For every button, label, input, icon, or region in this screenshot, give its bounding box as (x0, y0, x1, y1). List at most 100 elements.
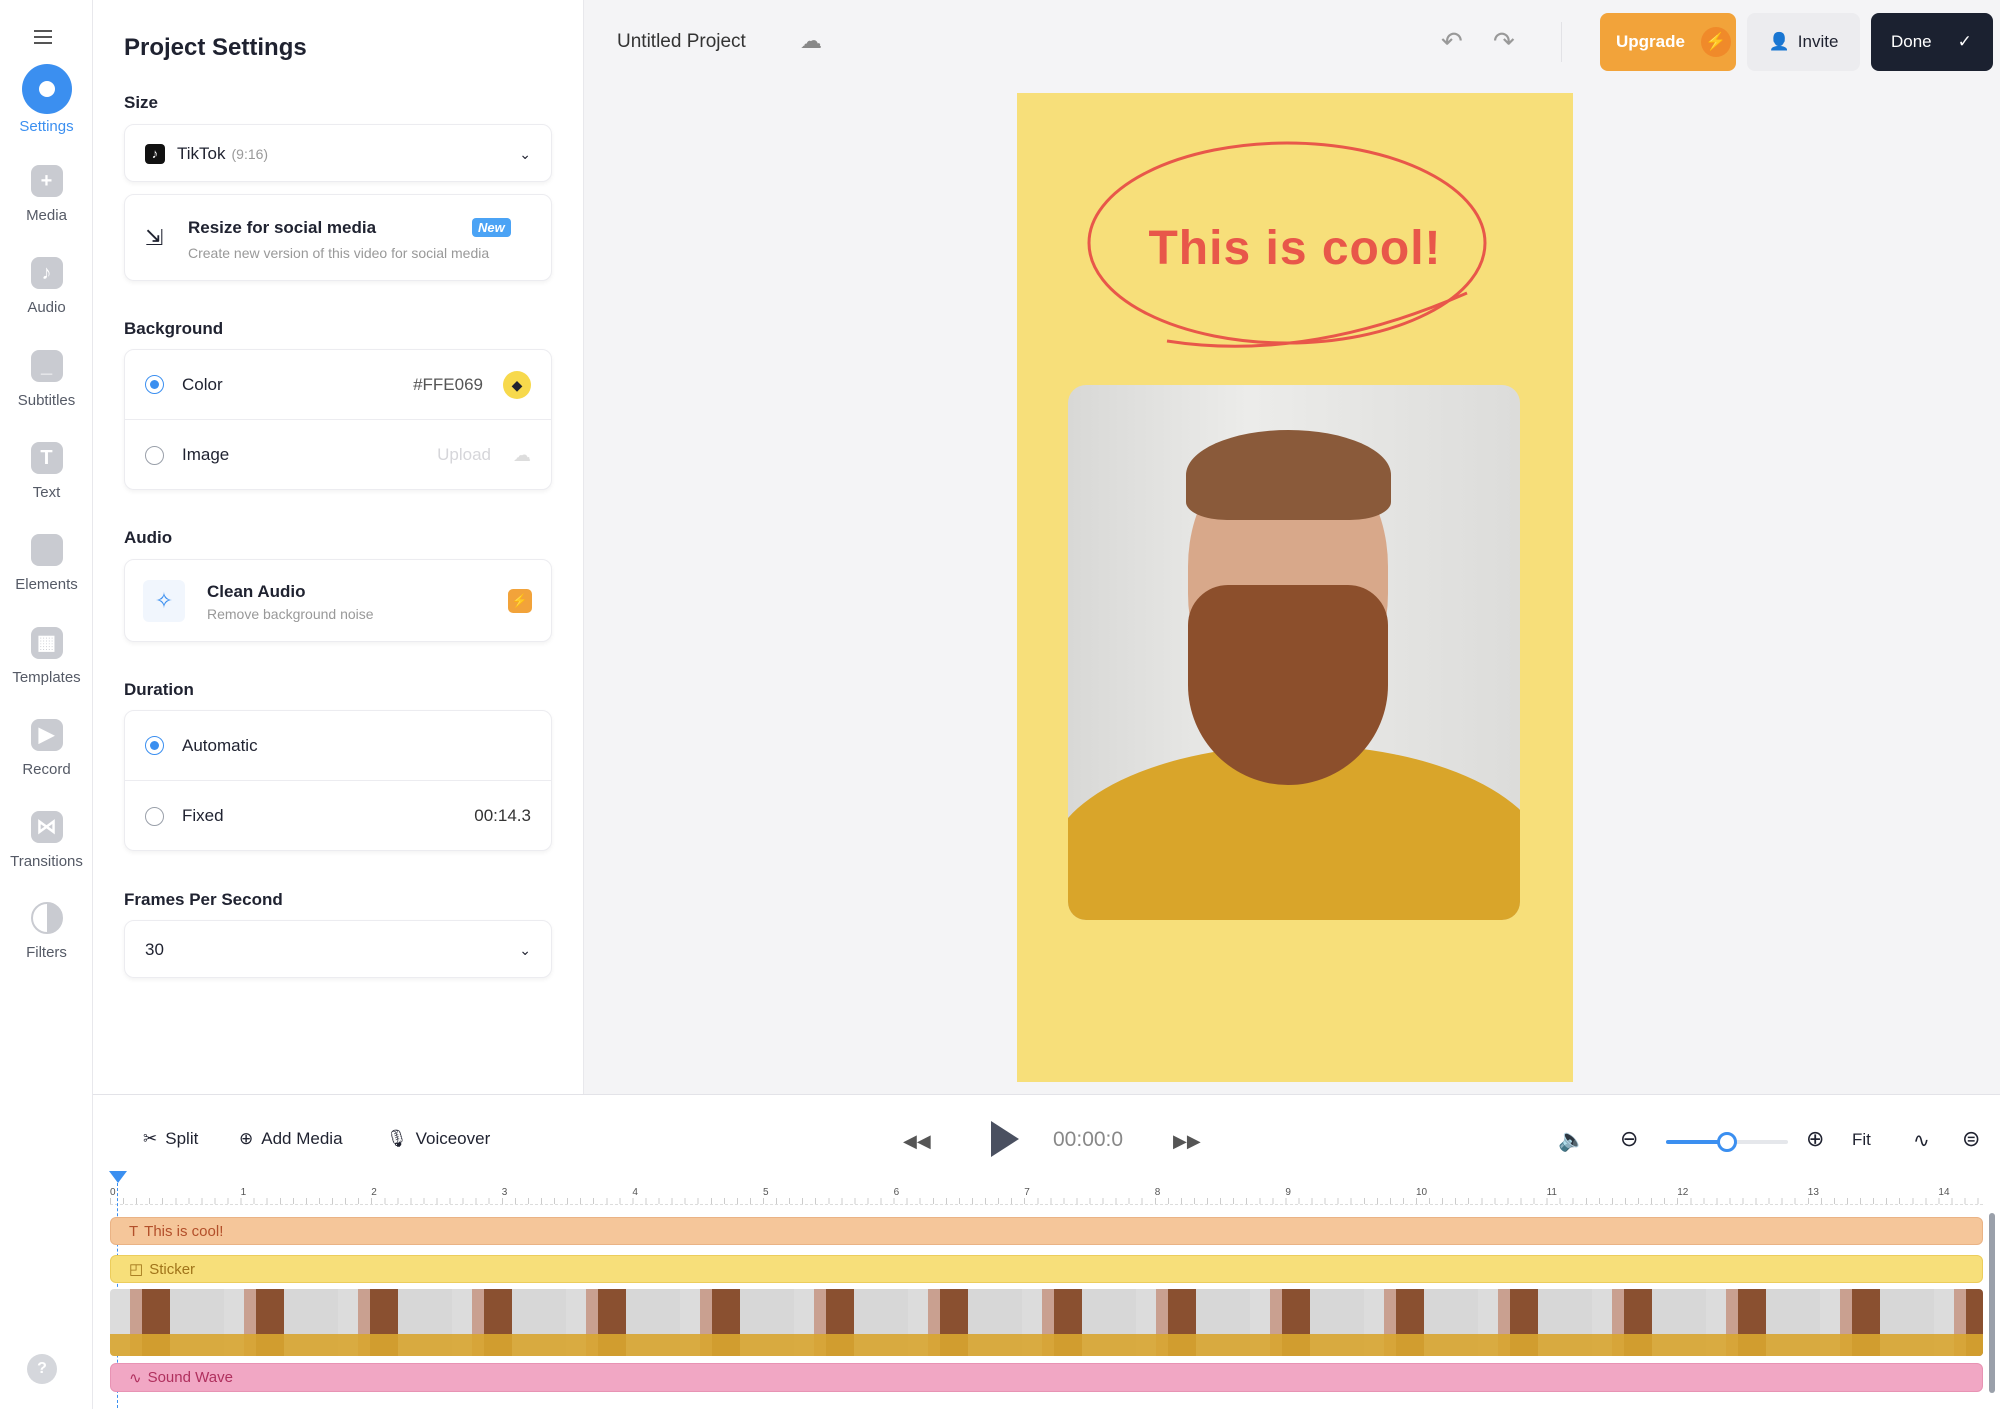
sidebar-item-transitions[interactable]: ⋈ Transitions (0, 811, 93, 870)
sidebar-item-subtitles[interactable]: _ Subtitles (0, 350, 93, 409)
sidebar-item-media[interactable]: + Media (0, 165, 93, 224)
voiceover-button[interactable]: 🎙 Voiceover (386, 1129, 490, 1149)
project-title[interactable]: Untitled Project (617, 31, 746, 53)
background-card: Color #FFE069 ◆ Image Upload ☁ (124, 349, 552, 490)
clean-audio-subtitle: Remove background noise (207, 606, 374, 622)
check-icon: ✓ (1957, 32, 1972, 51)
text-track-clip[interactable]: T This is cool! (110, 1217, 1983, 1245)
voiceover-label: Voiceover (415, 1129, 491, 1148)
microphone-icon: 🎙 (386, 1129, 408, 1148)
automatic-radio[interactable] (145, 736, 164, 755)
sidebar-item-record[interactable]: ▶ Record (0, 719, 93, 778)
sparkle-icon: ✧ (143, 580, 185, 622)
sidebar-item-label: Subtitles (17, 392, 76, 409)
sidebar-item-label: Transitions (10, 853, 83, 870)
background-color-option[interactable]: Color #FFE069 ◆ (125, 350, 551, 420)
fps-select[interactable]: 30 ⌄ (124, 920, 552, 978)
waveform-icon[interactable]: ∿ (1913, 1128, 1930, 1153)
help-button[interactable]: ? (27, 1354, 57, 1384)
chevron-down-icon: ⌄ (519, 145, 531, 162)
gear-icon (21, 64, 72, 114)
sidebar-item-label: Audio (27, 299, 66, 316)
sidebar-item-filters[interactable]: Filters (0, 902, 93, 961)
soundwave-track-clip[interactable]: ∿ Sound Wave (110, 1363, 1983, 1392)
play-button[interactable] (991, 1121, 1019, 1157)
fast-forward-icon[interactable]: ▶▶ (1173, 1131, 1201, 1152)
scissors-icon: ✂ (143, 1129, 158, 1148)
upload-button[interactable]: Upload (437, 445, 491, 465)
ruler-tick-label: 11 (1546, 1187, 1557, 1198)
ruler-tick-label: 13 (1807, 1187, 1819, 1198)
invite-button[interactable]: 👤 Invite (1747, 13, 1860, 71)
background-image-option[interactable]: Image Upload ☁ (125, 420, 551, 490)
duration-label: Duration (124, 680, 194, 699)
sidebar-item-templates[interactable]: ▦ Templates (0, 627, 93, 686)
caption-text[interactable]: This is cool! (1017, 221, 1573, 276)
audio-label: Audio (124, 528, 173, 547)
rewind-icon[interactable]: ◀◀ (903, 1131, 931, 1152)
ruler-tick-label: 10 (1416, 1187, 1428, 1198)
volume-icon[interactable]: 🔈 (1558, 1127, 1585, 1153)
image-radio[interactable] (145, 445, 164, 465)
duration-automatic-option[interactable]: Automatic (125, 711, 551, 781)
timeline-ruler[interactable] (110, 1175, 1983, 1205)
paint-bucket-icon[interactable]: ◆ (503, 370, 531, 399)
ruler-tick-label: 2 (371, 1187, 377, 1198)
redo-icon[interactable]: ↷ (1493, 26, 1515, 57)
sidebar-item-elements[interactable]: Elements (0, 534, 93, 593)
video-track-clip[interactable] (110, 1289, 1983, 1356)
fit-button[interactable]: Fit (1852, 1130, 1871, 1150)
ruler-tick-label: 4 (632, 1187, 638, 1198)
ruler-tick-label: 3 (501, 1187, 508, 1198)
color-radio[interactable] (145, 375, 164, 394)
playhead[interactable] (109, 1171, 127, 1183)
undo-icon[interactable]: ↶ (1441, 26, 1463, 57)
ruler-tick-label: 9 (1285, 1187, 1291, 1198)
ruler-tick-label: 0 (110, 1187, 116, 1198)
video-canvas[interactable]: This is cool! (1017, 93, 1573, 1082)
captions-icon[interactable]: ⊜ (1962, 1126, 1980, 1152)
ruler-tick-label: 5 (763, 1187, 769, 1198)
add-media-label: Add Media (261, 1129, 343, 1148)
ruler-tick-label: 8 (1154, 1187, 1161, 1198)
zoom-slider[interactable] (1666, 1132, 1788, 1152)
ruler-tick-label: 6 (893, 1187, 900, 1198)
zoom-out-icon[interactable]: ⊖ (1620, 1126, 1638, 1152)
resize-for-social-card[interactable]: ⇲ Resize for social media New Create new… (124, 194, 552, 281)
filters-icon (30, 902, 63, 934)
upgrade-button[interactable]: Upgrade ⚡ (1600, 13, 1736, 71)
background-label: Background (124, 319, 224, 338)
color-value[interactable]: #FFE069 (413, 375, 483, 395)
track-label: Sound Wave (147, 1369, 233, 1386)
subtitles-icon: _ (30, 350, 63, 382)
done-label: Done (1891, 32, 1932, 51)
add-media-button[interactable]: ⊕ Add Media (239, 1129, 343, 1149)
split-button[interactable]: ✂ Split (143, 1129, 198, 1149)
track-label: Sticker (149, 1260, 196, 1278)
fixed-duration-value[interactable]: 00:14.3 (474, 806, 531, 826)
track-label: This is cool! (144, 1222, 224, 1240)
fps-value: 30 (145, 940, 164, 959)
sidebar-item-settings[interactable]: Settings (0, 64, 93, 135)
sidebar-item-text[interactable]: T Text (0, 442, 93, 501)
sticker-track-clip[interactable]: ◰ Sticker (110, 1255, 1983, 1283)
project-settings-panel: Project Settings Size ♪ TikTok (9:16) ⌄ … (93, 0, 584, 1094)
transitions-icon: ⋈ (30, 811, 63, 843)
size-select[interactable]: ♪ TikTok (9:16) ⌄ (124, 124, 552, 182)
new-badge: New (472, 218, 511, 237)
video-clip[interactable] (1068, 385, 1520, 920)
done-button[interactable]: Done ✓ (1871, 13, 1993, 71)
upgrade-label: Upgrade (1616, 32, 1685, 51)
duration-fixed-option[interactable]: Fixed 00:14.3 (125, 781, 551, 851)
bolt-icon: ⚡ (1700, 27, 1731, 57)
color-label: Color (182, 374, 223, 394)
sidebar-item-audio[interactable]: ♪ Audio (0, 257, 93, 316)
current-time: 00:00:0 (1053, 1128, 1124, 1151)
zoom-in-icon[interactable]: ⊕ (1806, 1126, 1824, 1152)
timeline-scrollbar[interactable] (1989, 1213, 1995, 1393)
hamburger-menu-icon[interactable] (34, 30, 52, 44)
clean-audio-card[interactable]: ✧ Clean Audio Remove background noise ⚡ (124, 559, 552, 642)
zoom-slider-handle[interactable] (1717, 1132, 1737, 1152)
ruler-tick-label: 7 (1024, 1187, 1030, 1198)
fixed-radio[interactable] (145, 806, 164, 826)
